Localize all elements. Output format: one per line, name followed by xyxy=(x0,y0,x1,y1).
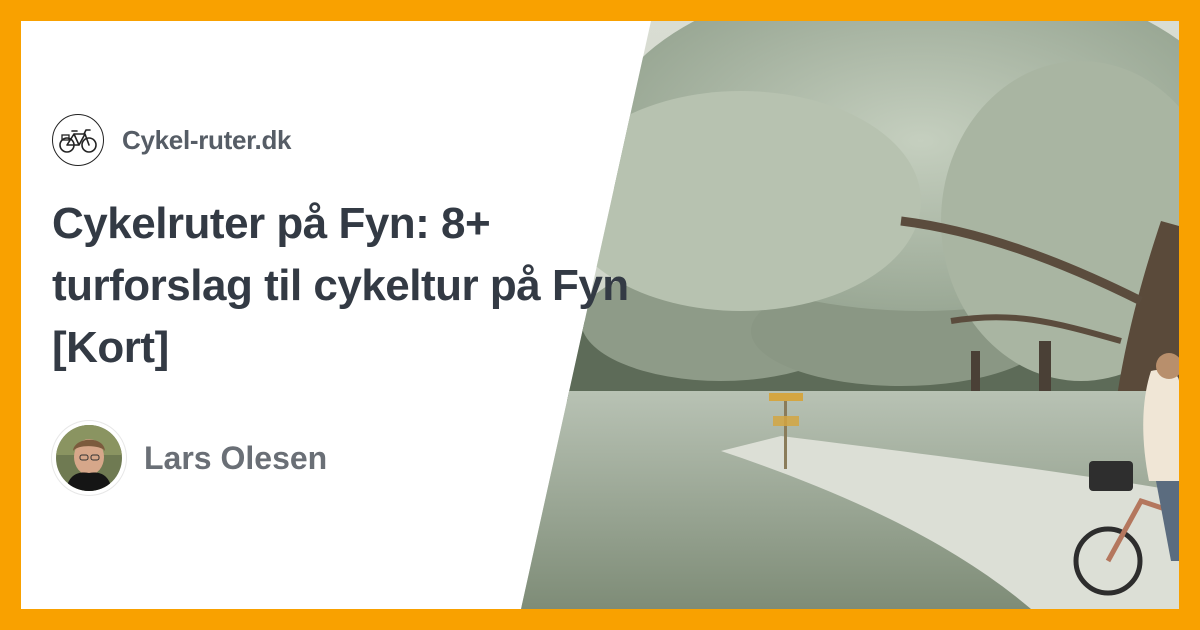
share-card-frame: Cykel-ruter.dk Cykelruter på Fyn: 8+ tur… xyxy=(0,0,1200,630)
article-title[interactable]: Cykelruter på Fyn: 8+ turforslag til cyk… xyxy=(52,193,632,379)
author-portrait xyxy=(56,425,122,491)
site-name: Cykel-ruter.dk xyxy=(122,124,292,155)
share-card: Cykel-ruter.dk Cykelruter på Fyn: 8+ tur… xyxy=(21,21,1179,609)
avatar xyxy=(52,421,126,495)
author-name: Lars Olesen xyxy=(144,439,328,476)
bicycle-icon xyxy=(52,114,104,166)
site-brand[interactable]: Cykel-ruter.dk xyxy=(52,114,292,166)
author-byline[interactable]: Lars Olesen xyxy=(52,421,327,495)
